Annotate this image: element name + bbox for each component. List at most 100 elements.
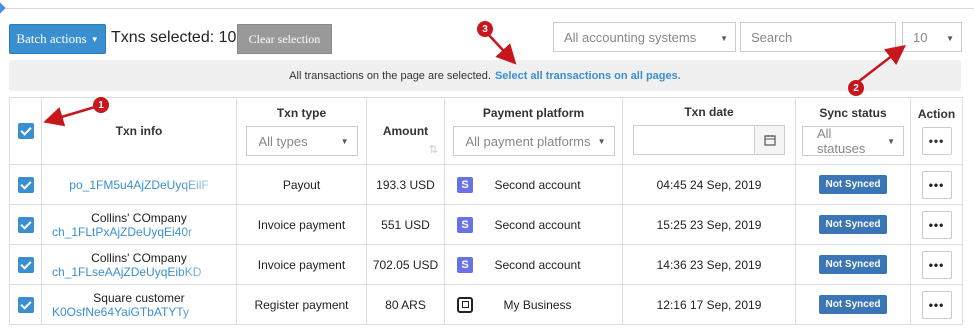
select-all-checkbox[interactable] (17, 123, 34, 139)
action-cell: ••• (910, 244, 963, 285)
caret-down-icon: ▼ (340, 136, 349, 146)
status-badge: Not Synced (819, 175, 887, 194)
payment-platform-filter-value: All payment platforms (465, 133, 591, 149)
platform-cell: My Business (444, 284, 623, 325)
txn-date-cell: 12:16 17 Sep, 2019 (622, 284, 796, 325)
platform-name: Second account (494, 177, 581, 192)
table-row[interactable]: Square customer K0OsfNe64YaiGTbATYTy Regis… (9, 284, 963, 325)
txn-type-cell: Payout (236, 164, 367, 205)
sync-status-cell: Not Synced (795, 164, 911, 205)
stripe-icon: S (457, 176, 473, 193)
batch-actions-button[interactable]: Batch actions ▼ (9, 24, 106, 54)
txn-type-cell: Invoice payment (236, 204, 367, 245)
annotation-badge-2: 2 (848, 80, 864, 96)
status-badge: Not Synced (819, 215, 887, 234)
stripe-icon: S (457, 256, 473, 273)
annotation-badge-3: 3 (477, 21, 493, 37)
txn-id-link[interactable]: K0OsfNe64YaiGTbATYTy (42, 305, 236, 319)
row-select-cell (9, 164, 42, 205)
action-cell: ••• (910, 284, 963, 325)
header-txn-date: Txn date (622, 97, 796, 165)
accounting-system-select[interactable]: All accounting systems ▼ (553, 22, 736, 52)
platform-cell: S Second account (444, 204, 623, 245)
header-amount-label: Amount (382, 124, 429, 138)
sync-status-cell: Not Synced (795, 244, 911, 285)
header-amount[interactable]: Amount ⇅ (366, 97, 445, 165)
search-placeholder: Search (751, 29, 793, 45)
row-action-button[interactable]: ••• (921, 210, 952, 239)
txns-selected-label: Txns selected: (111, 29, 215, 46)
header-payment-platform: Payment platform All payment platforms ▼ (444, 97, 623, 165)
row-select-cell (9, 244, 42, 285)
platform-name: Second account (494, 217, 581, 232)
header-action: Action ••• (910, 97, 963, 165)
select-all-cell (9, 97, 42, 165)
platform-cell: S Second account (444, 244, 623, 285)
row-select-cell (9, 204, 42, 245)
txn-type-cell: Invoice payment (236, 244, 367, 285)
top-divider (0, 8, 974, 9)
platform-cell: S Second account (444, 164, 623, 205)
amount-cell: 551 USD (366, 204, 445, 245)
clear-selection-button[interactable]: Clear selection (237, 24, 332, 54)
txn-info-cell: Square customer K0OsfNe64YaiGTbATYTy (41, 284, 237, 325)
per-page-select[interactable]: 10 ▼ (902, 22, 962, 52)
header-txn-date-label: Txn date (684, 105, 734, 119)
sync-status-filter[interactable]: All statuses ▼ (802, 126, 904, 156)
row-select-cell (9, 284, 42, 325)
platform-name: Second account (494, 257, 581, 272)
txn-info-cell: Collins' COmpany ch_1FLtPxAjZDeUyqEi40r (41, 204, 237, 245)
action-cell: ••• (910, 204, 963, 245)
row-checkbox[interactable] (17, 216, 34, 233)
txn-id-link[interactable]: po_1FM5u4AjZDeUyqEilF (42, 178, 236, 192)
row-action-button[interactable]: ••• (921, 250, 952, 279)
row-checkbox[interactable] (17, 176, 34, 193)
row-checkbox[interactable] (17, 296, 34, 313)
stripe-icon: S (457, 216, 473, 233)
txn-type-filter-value: All types (258, 133, 308, 149)
customer-name: Square customer (93, 290, 185, 305)
header-txn-type: Txn type All types ▼ (236, 97, 367, 165)
table-row[interactable]: Collins' COmpany ch_1FLseAAjZDeUyqEibKD In… (9, 244, 963, 285)
customer-name: Collins' COmpany (91, 250, 187, 265)
amount-cell: 193.3 USD (366, 164, 445, 205)
header-action-button[interactable]: ••• (921, 127, 952, 155)
accounting-system-value: All accounting systems (564, 29, 697, 45)
caret-down-icon: ▼ (597, 136, 606, 146)
platform-name: My Business (503, 297, 572, 312)
txn-id-link[interactable]: ch_1FLtPxAjZDeUyqEi40r (42, 225, 236, 239)
table-row[interactable]: Collins' COmpany ch_1FLtPxAjZDeUyqEi40r In… (9, 204, 963, 245)
header-txn-info[interactable]: Txn info (41, 97, 237, 165)
sync-status-filter-value: All statuses (817, 126, 866, 156)
header-sync-status: Sync status All statuses ▼ (795, 97, 911, 165)
status-badge: Not Synced (819, 255, 887, 274)
calendar-icon[interactable] (754, 126, 784, 154)
table-row[interactable]: po_1FM5u4AjZDeUyqEilF Payout 193.3 USD S Sec… (9, 164, 963, 205)
row-action-button[interactable]: ••• (921, 170, 952, 199)
transactions-table: Txn info Txn type All types ▼ Amount ⇅ P… (9, 97, 963, 325)
sort-icon[interactable]: ⇅ (429, 143, 438, 156)
txn-date-cell: 15:25 23 Sep, 2019 (622, 204, 796, 245)
caret-down-icon: ▼ (946, 34, 954, 43)
txn-type-filter[interactable]: All types ▼ (245, 126, 358, 156)
square-icon (457, 296, 473, 313)
txn-date-filter[interactable] (633, 125, 785, 155)
caret-down-icon: ▼ (90, 34, 99, 44)
search-input[interactable]: Search (740, 22, 896, 52)
action-cell: ••• (910, 164, 963, 205)
customer-name: Collins' COmpany (91, 210, 187, 225)
corner-marker (0, 2, 6, 14)
txn-id-link[interactable]: ch_1FLseAAjZDeUyqEibKD (42, 265, 236, 279)
txn-date-cell: 14:36 23 Sep, 2019 (622, 244, 796, 285)
txns-selected-count: 10 (218, 29, 237, 46)
row-action-button[interactable]: ••• (921, 290, 952, 319)
txn-info-cell: Collins' COmpany ch_1FLseAAjZDeUyqEibKD (41, 244, 237, 285)
selection-banner: All transactions on the page are selecte… (9, 60, 961, 91)
row-checkbox[interactable] (17, 256, 34, 273)
select-all-pages-link[interactable]: Select all transactions on all pages. (495, 70, 681, 82)
batch-actions-label: Batch actions (16, 31, 87, 46)
payment-platform-filter[interactable]: All payment platforms ▼ (452, 126, 615, 156)
per-page-value: 10 (913, 29, 928, 45)
txn-date-input[interactable] (634, 126, 754, 154)
txns-selected-indicator: Txns selected: 10 (111, 29, 236, 47)
